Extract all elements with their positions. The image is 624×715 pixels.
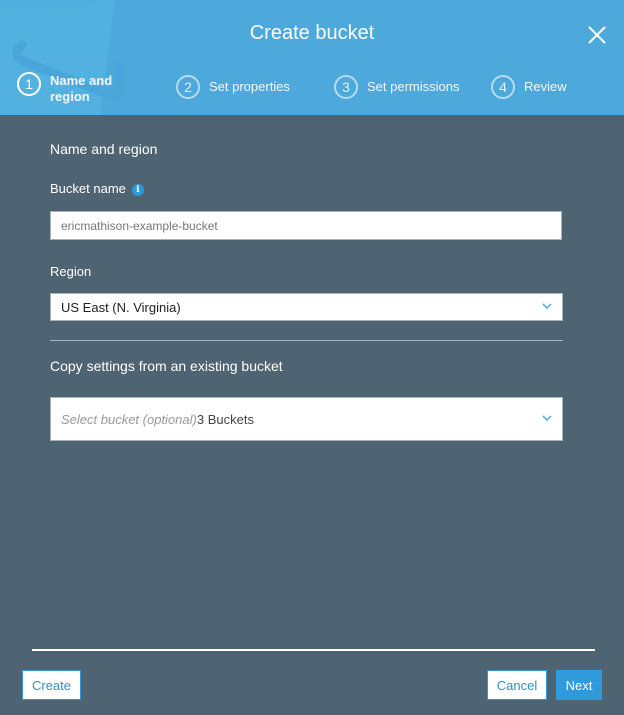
bucket-count: 3 Buckets bbox=[196, 411, 254, 427]
step-label: Set properties bbox=[209, 79, 290, 94]
close-icon[interactable] bbox=[586, 24, 608, 46]
dialog-header: Create bucket 1 Name and region 2 Set pr… bbox=[0, 0, 624, 115]
copy-settings-placeholder: Select bucket (optional) bbox=[61, 411, 197, 427]
region-select[interactable]: US East (N. Virginia) bbox=[50, 293, 563, 321]
step-label: Review bbox=[524, 79, 567, 94]
chevron-down-icon bbox=[542, 303, 552, 310]
region-selected-value: US East (N. Virginia) bbox=[61, 299, 181, 315]
step-set-properties[interactable]: 2 Set properties bbox=[176, 75, 290, 99]
step-number: 2 bbox=[176, 75, 200, 99]
region-label: Region bbox=[50, 264, 92, 279]
copy-settings-select[interactable]: Select bucket (optional) 3 Buckets bbox=[50, 397, 563, 441]
step-label: Set permissions bbox=[367, 79, 460, 94]
step-number: 1 bbox=[17, 72, 41, 96]
step-label: Name and region bbox=[50, 73, 113, 104]
dialog-title: Create bucket bbox=[249, 22, 375, 44]
step-number: 3 bbox=[334, 75, 358, 99]
section-title: Name and region bbox=[50, 141, 158, 157]
step-number: 4 bbox=[491, 75, 515, 99]
step-name-and-region[interactable]: 1 Name and region bbox=[17, 72, 130, 105]
copy-settings-label: Copy settings from an existing bucket bbox=[50, 358, 283, 374]
footer-divider bbox=[32, 649, 595, 651]
bucket-name-label: Bucket name i bbox=[50, 181, 144, 196]
bucket-name-label-text: Bucket name bbox=[50, 181, 126, 196]
cancel-button[interactable]: Cancel bbox=[487, 670, 547, 700]
info-icon[interactable]: i bbox=[131, 184, 144, 196]
wizard-steps: 1 Name and region 2 Set properties 3 Set… bbox=[0, 72, 624, 112]
step-review[interactable]: 4 Review bbox=[491, 75, 567, 99]
step-set-permissions[interactable]: 3 Set permissions bbox=[334, 75, 459, 99]
bucket-name-input[interactable] bbox=[50, 211, 562, 240]
divider bbox=[50, 340, 563, 341]
next-button[interactable]: Next bbox=[556, 670, 602, 700]
chevron-down-icon bbox=[542, 415, 552, 422]
create-button[interactable]: Create bbox=[22, 670, 81, 700]
